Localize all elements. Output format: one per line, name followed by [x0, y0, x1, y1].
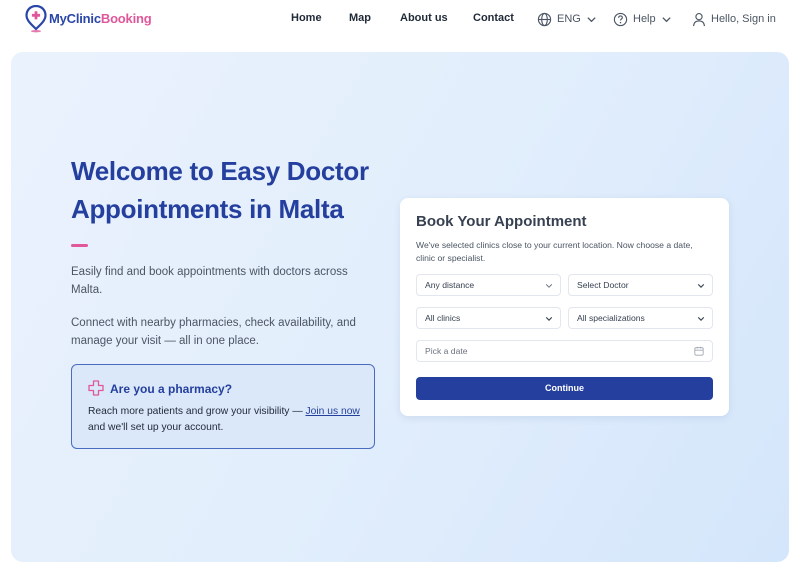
top-nav-bar: MyClinicBooking Home Map About us Contac… — [0, 0, 800, 40]
hero-description-1: Easily find and book appointments with d… — [71, 266, 348, 296]
doctor-select-value: Select Doctor — [577, 280, 629, 290]
join-us-link[interactable]: Join us now — [305, 406, 359, 417]
pharmacy-text-before: Reach more patients and grow your visibi… — [88, 406, 306, 417]
chevron-down-icon — [545, 317, 553, 321]
language-label: ENG — [557, 13, 581, 25]
specialization-select-value: All specializations — [577, 313, 645, 323]
help-circle-icon — [613, 12, 628, 26]
distance-select-value: Any distance — [425, 280, 475, 290]
user-icon — [693, 12, 705, 26]
booking-description: We've selected clinics close to your cur… — [416, 240, 693, 263]
chevron-down-icon — [662, 16, 671, 22]
booking-form-card: Book Your Appointment We've selected cli… — [400, 198, 729, 416]
chevron-down-icon — [697, 284, 705, 288]
brand-name-part-2: Clinic — [66, 11, 101, 26]
hero-description-2: Connect with nearby pharmacies, check av… — [71, 317, 356, 347]
doctor-select[interactable]: Select Doctor — [568, 274, 713, 296]
distance-select[interactable]: Any distance — [416, 274, 561, 296]
title-accent-divider — [71, 244, 88, 247]
location-pin-plus-icon — [25, 5, 47, 33]
plus-cross-icon — [88, 380, 104, 396]
nav-home-link[interactable]: Home — [291, 12, 322, 24]
pharmacy-callout: Are you a pharmacy? Reach more patients … — [71, 364, 375, 449]
nav-contact-link[interactable]: Contact — [473, 12, 514, 24]
date-picker-placeholder: Pick a date — [425, 346, 468, 356]
sign-in-link[interactable]: Hello, Sign in — [692, 10, 776, 28]
brand-name: MyClinicBooking — [49, 11, 152, 26]
chevron-down-icon — [545, 284, 553, 288]
clinic-select-value: All clinics — [425, 313, 461, 323]
chevron-down-icon — [697, 317, 705, 321]
language-selector[interactable]: ENG — [537, 10, 597, 28]
pharmacy-text-after: and we'll set up your account. — [88, 421, 224, 433]
help-label: Help — [633, 13, 656, 25]
brand-name-part-1: My — [49, 11, 67, 26]
hero-section: Welcome to Easy Doctor Appointments in M… — [11, 52, 789, 562]
pharmacy-callout-title: Are you a pharmacy? — [110, 382, 233, 396]
sign-in-label: Hello, Sign in — [711, 13, 776, 25]
chevron-down-icon — [587, 16, 596, 22]
help-menu[interactable]: Help — [613, 10, 672, 28]
clinic-select[interactable]: All clinics — [416, 307, 561, 329]
date-picker-input[interactable]: Pick a date — [416, 340, 713, 362]
brand-name-part-3: Booking — [100, 11, 152, 26]
nav-about-link[interactable]: About us — [400, 12, 448, 24]
pharmacy-callout-text: Reach more patients and grow your visibi… — [88, 404, 363, 435]
specialization-select[interactable]: All specializations — [568, 307, 713, 329]
nav-map-link[interactable]: Map — [349, 12, 371, 24]
globe-icon — [537, 12, 552, 26]
calendar-icon — [694, 346, 704, 356]
continue-button[interactable]: Continue — [416, 377, 713, 400]
hero-title: Welcome to Easy Doctor Appointments in M… — [71, 156, 369, 224]
booking-title: Book Your Appointment — [416, 213, 587, 230]
